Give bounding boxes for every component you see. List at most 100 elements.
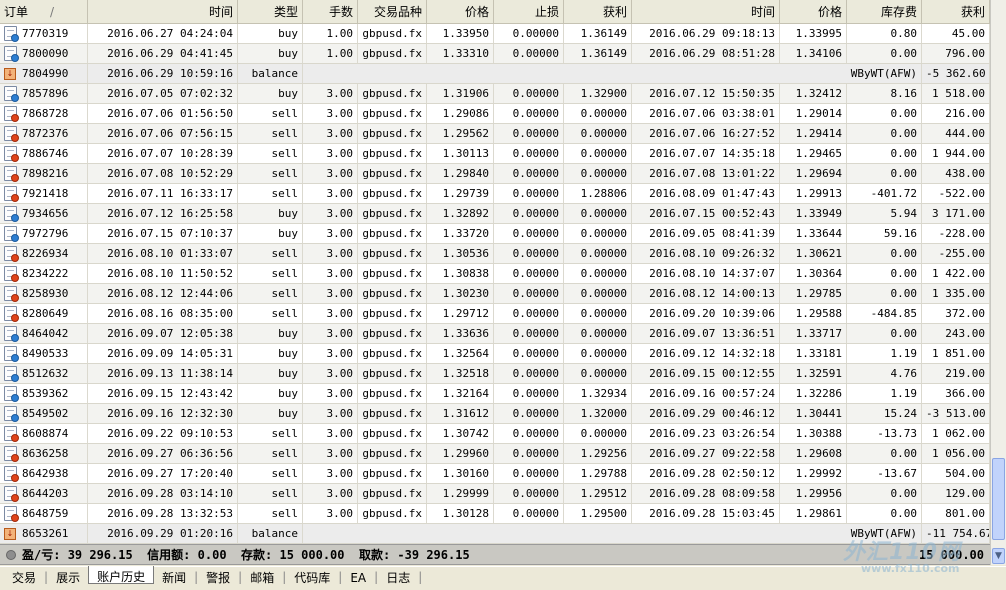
sell-order-icon — [4, 246, 19, 262]
table-row[interactable]: 8636258 2016.09.27 06:36:56 sell 3.00 gbpusd… — [0, 444, 990, 464]
cell-type: buy — [238, 204, 303, 223]
table-row[interactable]: 8648759 2016.09.28 13:32:53 sell 3.00 gbpusd… — [0, 504, 990, 524]
scroll-down-button[interactable]: ▼ — [992, 548, 1005, 564]
cell-profit: 372.00 — [922, 304, 990, 323]
cell-tp: 0.00000 — [564, 224, 632, 243]
cell-size: 3.00 — [303, 224, 358, 243]
table-row[interactable]: 8642938 2016.09.27 17:20:40 sell 3.00 gbpusd… — [0, 464, 990, 484]
table-row[interactable]: 7921418 2016.07.11 16:33:17 sell 3.00 gbpusd… — [0, 184, 990, 204]
balance-row[interactable]: ↓ 7804990 2016.06.29 10:59:16 balance WByWT(… — [0, 64, 990, 84]
table-row[interactable]: 7972796 2016.07.15 07:10:37 buy 3.00 gbpusd.… — [0, 224, 990, 244]
tab-2[interactable]: 账户历史 — [88, 566, 155, 584]
balance-icon: ↓ — [4, 527, 16, 540]
cell-symbol: gbpusd.fx — [358, 304, 427, 323]
cell-close-time: 2016.06.29 08:51:28 — [632, 44, 780, 63]
table-row[interactable]: 8226934 2016.08.10 01:33:07 sell 3.00 gbpusd… — [0, 244, 990, 264]
table-row[interactable]: 8280649 2016.08.16 08:35:00 sell 3.00 gbpusd… — [0, 304, 990, 324]
column-header-close-time[interactable]: 时间 — [632, 0, 780, 24]
buy-order-icon — [4, 366, 19, 382]
table-row[interactable]: 8608874 2016.09.22 09:10:53 sell 3.00 gbpusd… — [0, 424, 990, 444]
tab-6[interactable]: 代码库 — [286, 567, 338, 587]
tab-separator: | — [418, 570, 423, 584]
cell-size: 3.00 — [303, 324, 358, 343]
table-row[interactable]: 8512632 2016.09.13 11:38:14 buy 3.00 gbpusd.… — [0, 364, 990, 384]
buy-order-icon — [4, 46, 19, 62]
cell-size: 1.00 — [303, 24, 358, 43]
cell-size: 3.00 — [303, 444, 358, 463]
column-header-sl[interactable]: 止损 — [494, 0, 564, 24]
cell-size: 3.00 — [303, 284, 358, 303]
buy-order-icon — [4, 326, 19, 342]
tab-7[interactable]: EA — [342, 567, 374, 587]
scroll-thumb[interactable] — [992, 458, 1005, 540]
cell-order: 8549502 — [0, 404, 88, 423]
buy-order-icon — [4, 206, 19, 222]
cell-order: ↓ 7804990 — [0, 64, 88, 83]
tab-8[interactable]: 日志 — [378, 567, 418, 587]
cell-order: 8636258 — [0, 444, 88, 463]
cell-close-price: 1.34106 — [780, 44, 847, 63]
cell-close-time: 2016.09.28 02:50:12 — [632, 464, 780, 483]
column-header-size[interactable]: 手数 — [303, 0, 358, 24]
column-header-order[interactable]: 订单 / — [0, 0, 88, 24]
cell-open-time: 2016.08.12 12:44:06 — [88, 284, 238, 303]
table-row[interactable]: 8490533 2016.09.09 14:05:31 buy 3.00 gbpusd.… — [0, 344, 990, 364]
cell-swap: 0.00 — [847, 444, 922, 463]
cell-close-time: 2016.07.06 03:38:01 — [632, 104, 780, 123]
balance-row[interactable]: ↓ 8653261 2016.09.29 01:20:16 balance WByWT(… — [0, 524, 990, 544]
tab-3[interactable]: 新闻 — [154, 567, 194, 587]
column-header-open-price[interactable]: 价格 — [427, 0, 494, 24]
vertical-scrollbar[interactable]: ▼ — [990, 0, 1006, 565]
column-header-symbol[interactable]: 交易品种 — [358, 0, 427, 24]
column-header-label: 价格 — [464, 5, 489, 19]
cell-swap: 0.00 — [847, 284, 922, 303]
table-row[interactable]: 7898216 2016.07.08 10:52:29 sell 3.00 gbpusd… — [0, 164, 990, 184]
table-row[interactable]: 7886746 2016.07.07 10:28:39 sell 3.00 gbpusd… — [0, 144, 990, 164]
tab-0[interactable]: 交易 — [4, 567, 44, 587]
table-row[interactable]: 7872376 2016.07.06 07:56:15 sell 3.00 gbpusd… — [0, 124, 990, 144]
column-header-row: 订单 / 时间 类型 手数 交易品种 价格 止损 获利 时间 价格 库存费 获利 — [0, 0, 990, 24]
history-table: 7770319 2016.06.27 04:24:04 buy 1.00 gbpusd.… — [0, 24, 990, 544]
column-header-profit[interactable]: 获利 — [922, 0, 990, 24]
column-header-swap[interactable]: 库存费 — [847, 0, 922, 24]
cell-sl: 0.00000 — [494, 504, 564, 523]
column-header-tp[interactable]: 获利 — [564, 0, 632, 24]
tab-5[interactable]: 邮箱 — [242, 567, 282, 587]
cell-profit: 216.00 — [922, 104, 990, 123]
order-number: 8234222 — [22, 267, 69, 280]
cell-profit: 366.00 — [922, 384, 990, 403]
column-header-open-time[interactable]: 时间 — [88, 0, 238, 24]
cell-size: 3.00 — [303, 184, 358, 203]
cell-open-price: 1.33720 — [427, 224, 494, 243]
table-row[interactable]: 7857896 2016.07.05 07:02:32 buy 3.00 gbpusd.… — [0, 84, 990, 104]
column-header-close-price[interactable]: 价格 — [780, 0, 847, 24]
cell-swap: 8.16 — [847, 84, 922, 103]
cell-close-time: 2016.08.12 14:00:13 — [632, 284, 780, 303]
table-row[interactable]: 7868728 2016.07.06 01:56:50 sell 3.00 gbpusd… — [0, 104, 990, 124]
table-row[interactable]: 8539362 2016.09.15 12:43:42 buy 3.00 gbpusd.… — [0, 384, 990, 404]
column-header-type[interactable]: 类型 — [238, 0, 303, 24]
cell-size: 3.00 — [303, 404, 358, 423]
cell-open-price: 1.29960 — [427, 444, 494, 463]
cell-symbol: gbpusd.fx — [358, 144, 427, 163]
table-row[interactable]: 7934656 2016.07.12 16:25:58 buy 3.00 gbpusd.… — [0, 204, 990, 224]
cell-open-price: 1.30536 — [427, 244, 494, 263]
cell-comment: WByWT(AFW) — [303, 524, 922, 543]
cell-tp: 1.28806 — [564, 184, 632, 203]
sell-order-icon — [4, 106, 19, 122]
table-row[interactable]: 8549502 2016.09.16 12:32:30 buy 3.00 gbpusd.… — [0, 404, 990, 424]
table-row[interactable]: 7800090 2016.06.29 04:41:45 buy 1.00 gbpusd.… — [0, 44, 990, 64]
table-row[interactable]: 7770319 2016.06.27 04:24:04 buy 1.00 gbpusd.… — [0, 24, 990, 44]
table-row[interactable]: 8258930 2016.08.12 12:44:06 sell 3.00 gbpusd… — [0, 284, 990, 304]
cell-sl: 0.00000 — [494, 344, 564, 363]
table-row[interactable]: 8644203 2016.09.28 03:14:10 sell 3.00 gbpusd… — [0, 484, 990, 504]
table-row[interactable]: 8234222 2016.08.10 11:50:52 sell 3.00 gbpusd… — [0, 264, 990, 284]
cell-type: buy — [238, 324, 303, 343]
cell-open-time: 2016.09.09 14:05:31 — [88, 344, 238, 363]
tab-4[interactable]: 警报 — [198, 567, 238, 587]
cell-tp: 0.00000 — [564, 284, 632, 303]
cell-open-time: 2016.08.10 11:50:52 — [88, 264, 238, 283]
cell-tp: 0.00000 — [564, 204, 632, 223]
tab-1[interactable]: 展示 — [48, 567, 88, 587]
table-row[interactable]: 8464042 2016.09.07 12:05:38 buy 3.00 gbpusd.… — [0, 324, 990, 344]
